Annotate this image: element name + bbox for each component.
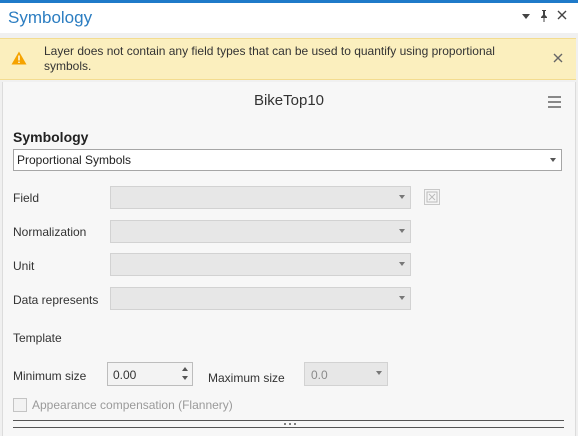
warning-message: Layer does not contain any field types t… <box>44 44 495 73</box>
warning-icon <box>11 51 27 68</box>
symbology-pane: BikeTop10 Symbology Proportional Symbols… <box>2 82 576 436</box>
chevron-down-icon <box>399 262 405 266</box>
data-represents-select[interactable] <box>110 287 411 310</box>
maximum-size-label: Maximum size <box>208 371 285 385</box>
warning-banner: Layer does not contain any field types t… <box>0 38 576 80</box>
appearance-compensation-label: Appearance compensation (Flannery) <box>32 398 233 412</box>
panel-titlebar: Symbology <box>0 3 578 33</box>
chevron-down-icon <box>399 195 405 199</box>
symbology-type-value: Proportional Symbols <box>17 153 132 167</box>
pin-icon[interactable] <box>539 9 550 23</box>
chevron-down-icon <box>550 158 556 162</box>
chevron-down-icon[interactable] <box>521 9 532 23</box>
minimum-size-stepper[interactable]: 0.00 <box>107 362 193 386</box>
maximum-size-value: 0.0 <box>311 368 328 382</box>
chevron-down-icon <box>399 229 405 233</box>
symbology-label: Symbology <box>13 129 89 145</box>
stepper-arrows[interactable] <box>178 363 192 385</box>
resize-grip-icon[interactable] <box>280 421 300 427</box>
unit-select[interactable] <box>110 253 411 276</box>
appearance-compensation-checkbox[interactable] <box>13 398 27 412</box>
divider <box>13 427 564 428</box>
field-select[interactable] <box>110 186 411 209</box>
close-icon[interactable] <box>557 9 568 23</box>
chevron-down-icon[interactable] <box>182 376 188 380</box>
symbology-type-select[interactable]: Proportional Symbols <box>13 149 562 171</box>
panel-title: Symbology <box>8 8 93 27</box>
data-represents-label: Data represents <box>13 293 99 307</box>
chevron-down-icon <box>376 371 382 375</box>
minimum-size-value: 0.00 <box>113 368 137 382</box>
unit-label: Unit <box>13 259 35 273</box>
maximum-size-select[interactable]: 0.0 <box>304 362 388 386</box>
normalization-select[interactable] <box>110 220 411 243</box>
template-label: Template <box>13 331 62 345</box>
layer-name: BikeTop10 <box>253 92 325 109</box>
panel-controls <box>521 9 568 23</box>
normalization-label: Normalization <box>13 225 87 239</box>
chevron-down-icon <box>399 296 405 300</box>
minimum-size-label: Minimum size <box>13 369 87 383</box>
chevron-up-icon[interactable] <box>182 367 188 371</box>
menu-icon[interactable] <box>548 96 561 111</box>
clear-field-button[interactable] <box>424 189 440 205</box>
field-label: Field <box>13 191 40 205</box>
dismiss-warning-icon[interactable] <box>553 52 563 66</box>
appearance-compensation-row[interactable]: Appearance compensation (Flannery) <box>13 398 233 412</box>
